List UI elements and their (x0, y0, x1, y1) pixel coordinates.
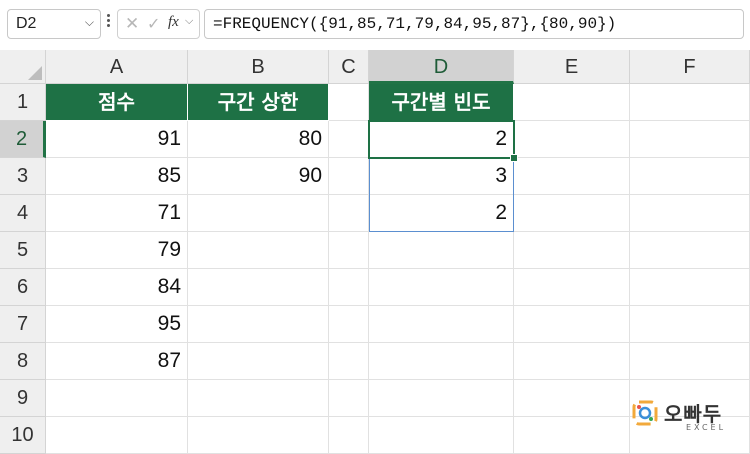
cell-e2[interactable] (514, 121, 630, 158)
row-header-3[interactable]: 3 (0, 158, 46, 195)
cell-b5[interactable] (188, 232, 329, 269)
formula-text: =FREQUENCY({91,85,71,79,84,95,87},{80,90… (213, 15, 617, 33)
chevron-down-icon[interactable]: ⌵ (185, 15, 193, 28)
cell-f2[interactable] (630, 121, 750, 158)
chevron-down-icon[interactable]: ⌵ (85, 15, 94, 30)
cell-a1-header[interactable]: 점수 (46, 84, 188, 121)
column-header-d[interactable]: D (369, 50, 514, 84)
row-header-10[interactable]: 10 (0, 417, 46, 454)
cell-a3[interactable]: 85 (46, 158, 188, 195)
cell-c3[interactable] (329, 158, 369, 195)
cell-a6[interactable]: 84 (46, 269, 188, 306)
insert-function-icon[interactable]: fx (168, 14, 179, 31)
cell-b9[interactable] (188, 380, 329, 417)
cell-d6[interactable] (369, 269, 514, 306)
cell-b6[interactable] (188, 269, 329, 306)
row-header-6[interactable]: 6 (0, 269, 46, 306)
oppadu-logo-icon (632, 400, 658, 426)
cell-d7[interactable] (369, 306, 514, 343)
row-header-5[interactable]: 5 (0, 232, 46, 269)
cell-f7[interactable] (630, 306, 750, 343)
watermark-subtext: EXCEL (686, 423, 727, 432)
cell-f5[interactable] (630, 232, 750, 269)
cell-b8[interactable] (188, 343, 329, 380)
cell-c6[interactable] (329, 269, 369, 306)
formula-bar: D2 ⌵ ✕ ✓ fx ⌵ =FREQUENCY({91,85,71,79,84… (0, 0, 750, 50)
cell-d2[interactable]: 2 (369, 121, 514, 158)
cell-e1[interactable] (514, 84, 630, 121)
cell-b2[interactable]: 80 (188, 121, 329, 158)
cell-e7[interactable] (514, 306, 630, 343)
cell-d5[interactable] (369, 232, 514, 269)
name-box[interactable]: D2 ⌵ (7, 9, 101, 39)
cell-c4[interactable] (329, 195, 369, 232)
cell-c9[interactable] (329, 380, 369, 417)
cell-a8[interactable]: 87 (46, 343, 188, 380)
cell-a5[interactable]: 79 (46, 232, 188, 269)
cell-f1[interactable] (630, 84, 750, 121)
cell-d3[interactable]: 3 (369, 158, 514, 195)
cell-f4[interactable] (630, 195, 750, 232)
cell-e8[interactable] (514, 343, 630, 380)
cell-f8[interactable] (630, 343, 750, 380)
row-header-8[interactable]: 8 (0, 343, 46, 380)
row-header-1[interactable]: 1 (0, 84, 46, 121)
cell-e10[interactable] (514, 417, 630, 454)
cell-a10[interactable] (46, 417, 188, 454)
column-header-f[interactable]: F (630, 50, 750, 84)
cell-d9[interactable] (369, 380, 514, 417)
cell-c5[interactable] (329, 232, 369, 269)
cell-a4[interactable]: 71 (46, 195, 188, 232)
formula-controls: ✕ ✓ fx ⌵ (117, 9, 200, 39)
cell-e4[interactable] (514, 195, 630, 232)
column-header-a[interactable]: A (46, 50, 188, 84)
cell-c7[interactable] (329, 306, 369, 343)
cell-a9[interactable] (46, 380, 188, 417)
cell-a7[interactable]: 95 (46, 306, 188, 343)
cell-b7[interactable] (188, 306, 329, 343)
cell-c10[interactable] (329, 417, 369, 454)
cell-e3[interactable] (514, 158, 630, 195)
confirm-icon[interactable]: ✓ (147, 14, 160, 34)
cell-b10[interactable] (188, 417, 329, 454)
fill-handle[interactable] (510, 154, 518, 162)
formula-input[interactable]: =FREQUENCY({91,85,71,79,84,95,87},{80,90… (204, 9, 744, 39)
cell-d8[interactable] (369, 343, 514, 380)
cell-c8[interactable] (329, 343, 369, 380)
cell-f6[interactable] (630, 269, 750, 306)
cell-b1-header[interactable]: 구간 상한 (188, 84, 329, 121)
cancel-icon[interactable]: ✕ (125, 14, 139, 34)
name-box-value: D2 (16, 15, 37, 32)
cell-d10[interactable] (369, 417, 514, 454)
row-header-4[interactable]: 4 (0, 195, 46, 232)
cell-d4[interactable]: 2 (369, 195, 514, 232)
column-header-b[interactable]: B (188, 50, 329, 84)
cell-a2[interactable]: 91 (46, 121, 188, 158)
more-options-icon[interactable] (105, 12, 111, 34)
cell-b4[interactable] (188, 195, 329, 232)
row-header-9[interactable]: 9 (0, 380, 46, 417)
worksheet-grid: A B C D E F 1 2 3 4 5 6 7 8 9 10 점수 구간 상… (0, 50, 750, 454)
watermark: 오빠두 EXCEL (632, 398, 742, 438)
cell-e6[interactable] (514, 269, 630, 306)
row-header-2[interactable]: 2 (0, 121, 46, 158)
row-header-7[interactable]: 7 (0, 306, 46, 343)
cell-c2[interactable] (329, 121, 369, 158)
cell-c1[interactable] (329, 84, 369, 121)
cell-e9[interactable] (514, 380, 630, 417)
cell-e5[interactable] (514, 232, 630, 269)
column-header-e[interactable]: E (514, 50, 630, 84)
cell-b3[interactable]: 90 (188, 158, 329, 195)
select-all-button[interactable] (0, 50, 46, 84)
cell-d1-header[interactable]: 구간별 빈도 (369, 84, 514, 121)
column-header-c[interactable]: C (329, 50, 369, 84)
cell-f3[interactable] (630, 158, 750, 195)
